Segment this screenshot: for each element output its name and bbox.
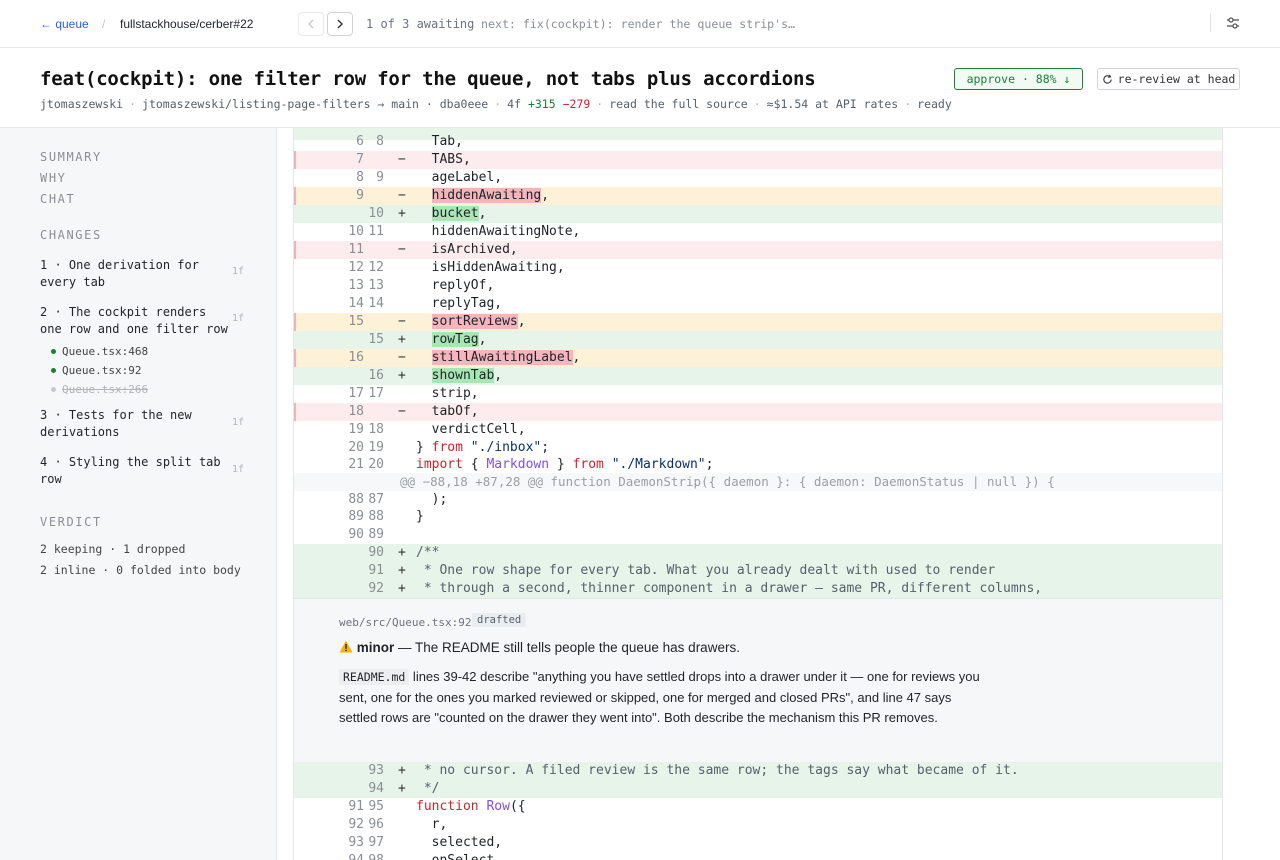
diff-line: 7− TABS,	[294, 151, 1222, 169]
re-review-label: re-review at head	[1117, 72, 1236, 86]
drafted-badge: drafted	[472, 613, 527, 627]
diff-line: 18− tabOf,	[294, 403, 1222, 421]
diff-line: 88 87 );	[348, 492, 448, 507]
severity-label: minor	[356, 640, 395, 655]
file-link-dropped[interactable]: Queue.tsx:266	[51, 383, 148, 396]
diff-line: 14 14 replyTag,	[348, 296, 503, 311]
change-1-count: 1f	[232, 266, 245, 277]
diff-line: 92 + * through a second, thinner componen…	[294, 580, 1222, 598]
additions-count: +315	[527, 97, 556, 111]
verdict-summary: 2 keeping · 1 dropped	[40, 542, 186, 556]
file-link[interactable]: Queue.tsx:92	[51, 364, 141, 377]
verdict-detail: 2 inline · 0 folded into body	[40, 563, 241, 577]
nav-summary[interactable]: SUMMARY	[40, 150, 102, 164]
diff-line: 90 +/**	[294, 544, 1222, 562]
verdict-heading: VERDICT	[40, 515, 102, 529]
pr-header: feat(cockpit): one filter row for the qu…	[0, 48, 1280, 128]
status-dot	[51, 387, 56, 392]
diff-line: 15− sortReviews,	[294, 313, 1222, 331]
nav-why[interactable]: WHY	[40, 171, 66, 185]
author[interactable]: jtomaszewski	[40, 97, 123, 111]
file-label: Queue.tsx:266	[62, 383, 149, 396]
sidebar: SUMMARY WHY CHAT CHANGES 1 · One derivat…	[0, 128, 277, 860]
change-3-count: 1f	[232, 417, 245, 428]
files-count: 4f	[507, 97, 522, 111]
diff-line: 10 11 hiddenAwaitingNote,	[348, 224, 581, 239]
comment-body: README.md lines 39-42 describe "anything…	[339, 667, 989, 729]
diff-line: 10 + bucket,	[294, 205, 1222, 223]
change-item-2[interactable]: 2 · The cockpit renders one row and one …	[40, 304, 230, 338]
diff-line: 93 + * no cursor. A filed review is the s…	[294, 762, 1222, 780]
diff-line: 93 97 selected,	[348, 835, 503, 850]
diff-line: 12 12 isHiddenAwaiting,	[348, 260, 565, 275]
pr-title: feat(cockpit): one filter row for the qu…	[40, 68, 816, 90]
hunk-header[interactable]: @@ −88,18 +87,28 @@ function DaemonStrip…	[294, 473, 1222, 491]
toolbar-divider	[1210, 14, 1211, 32]
pr-meta: jtomaszewski · jtomaszewski/listing-page-f…	[40, 97, 952, 111]
change-item-4[interactable]: 4 · Styling the split tab row	[40, 454, 230, 488]
back-to-queue-link[interactable]: ← queue	[40, 17, 89, 31]
diff-line: 68 Tab,	[356, 134, 463, 149]
refresh-icon	[1102, 73, 1112, 84]
re-review-button[interactable]: re-review at head	[1097, 68, 1240, 90]
status-label: ready	[917, 97, 952, 111]
diff-line: 91 + * One row shape for every tab. What …	[294, 562, 1222, 580]
diff-line: 11− isArchived,	[294, 241, 1222, 259]
sliders-icon[interactable]	[1224, 14, 1242, 32]
repo-pr-id: fullstackhouse/cerber#22	[120, 17, 254, 31]
nav-chat[interactable]: CHAT	[40, 192, 75, 206]
changes-heading: CHANGES	[40, 228, 102, 242]
inline-review-comment: web/src/Queue.tsx:92 drafted minor — The…	[294, 598, 1222, 763]
diff-line: 16 + shownTab,	[294, 367, 1222, 385]
file-label: Queue.tsx:92	[62, 364, 142, 377]
next-pr-preview[interactable]: next: fix(cockpit): render the queue str…	[481, 17, 795, 31]
branch-info: jtomaszewski/listing-page-filters → main…	[142, 97, 489, 111]
diff-line: 9− hiddenAwaiting,	[294, 187, 1222, 205]
cost-estimate: ≈$1.54 at API rates	[766, 97, 899, 111]
file-link[interactable]: Queue.tsx:468	[51, 345, 148, 358]
comment-headline: minor — The README still tells people th…	[339, 640, 740, 655]
diff-line: 15 + rowTag,	[294, 331, 1222, 349]
diff-line: 19 18 verdictCell,	[348, 422, 526, 437]
next-pr-button[interactable]	[327, 12, 353, 36]
comment-title: — The README still tells people the queu…	[394, 640, 740, 655]
chevron-right-icon	[337, 19, 343, 29]
warning-icon	[339, 640, 353, 653]
diff-line: 89 88}	[348, 509, 424, 524]
change-item-1[interactable]: 1 · One derivation for every tab	[40, 257, 230, 291]
diff-line: 90 89	[348, 527, 384, 542]
awaiting-counter: 1 of 3 awaiting	[366, 17, 475, 31]
diff-line: 92 96 r,	[348, 817, 448, 832]
status-dot	[51, 368, 56, 373]
inline-code: README.md	[339, 669, 410, 685]
diff-view: 68 Tab, 7− TABS, 89 ageLabel, 9− hiddenA…	[293, 128, 1223, 860]
diff-line: 9498 onSelect,	[294, 852, 1222, 860]
top-bar: ← queue / fullstackhouse/cerber#22 1 of …	[0, 0, 1280, 48]
diff-line: 20 19} from "./inbox";	[348, 440, 550, 455]
diff-line: 91 95 function Row({	[348, 799, 526, 814]
change-2-count: 1f	[232, 313, 245, 324]
comment-text: lines 39-42 describe "anything you have …	[339, 669, 980, 725]
prev-pr-button[interactable]	[298, 12, 324, 36]
deletions-count: −279	[562, 97, 591, 111]
diff-line: 13 13 replyOf,	[348, 278, 495, 293]
approve-verdict-badge[interactable]: approve · 88% ↓	[954, 68, 1083, 90]
file-label: Queue.tsx:468	[62, 345, 149, 358]
read-source-link[interactable]: read the full source	[609, 97, 747, 111]
approve-badge-label: approve · 88% ↓	[966, 72, 1071, 86]
breadcrumb-separator: /	[102, 17, 106, 31]
diff-line: 21 20 import { Markdown } from "./Markdown…	[348, 457, 714, 472]
comment-location[interactable]: web/src/Queue.tsx:92	[339, 616, 471, 629]
change-item-3[interactable]: 3 · Tests for the new derivations	[40, 407, 230, 441]
diff-line: 17 17 strip,	[348, 386, 479, 401]
diff-line: 94 + */	[294, 780, 1222, 798]
status-dot	[51, 349, 56, 354]
chevron-left-icon	[308, 19, 314, 29]
diff-line: 89 ageLabel,	[356, 170, 503, 185]
diff-line: 16− stillAwaitingLabel,	[294, 349, 1222, 367]
change-4-count: 1f	[232, 464, 245, 475]
